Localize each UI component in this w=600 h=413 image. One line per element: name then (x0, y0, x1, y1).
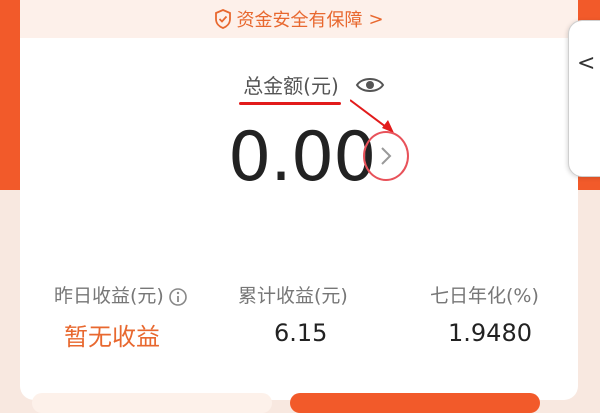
chevron-right-icon (381, 147, 392, 165)
primary-action-button[interactable] (290, 393, 540, 413)
chevron-right-icon: > (368, 8, 384, 30)
total-amount-label: 总金额(元) (239, 70, 341, 105)
security-banner[interactable]: 资金安全有保障 > (20, 0, 578, 38)
total-amount-header: 总金额(元) (20, 70, 578, 105)
cumulative-earnings-value: 6.15 (274, 319, 328, 347)
total-amount-value: 0.00 (228, 118, 376, 197)
info-icon[interactable] (168, 287, 188, 307)
security-banner-text: 资金安全有保障 (236, 10, 363, 31)
balance-card: 资金安全有保障 > 总金额(元) 0.00 昨日收益(元) 暂无收益 累计收益(… (20, 0, 578, 400)
secondary-action-button[interactable] (32, 393, 272, 413)
amount-detail-button[interactable] (363, 131, 409, 181)
total-amount-row: 0.00 (20, 118, 578, 198)
side-panel-handle[interactable]: < (568, 20, 600, 177)
yesterday-earnings-label: 昨日收益(元) (54, 281, 188, 308)
seven-day-yield-label: 七日年化(%) (430, 285, 539, 307)
yesterday-earnings-value: 暂无收益 (64, 323, 160, 351)
seven-day-yield-value: 1.9480 (448, 319, 532, 347)
shield-check-icon (215, 9, 232, 29)
chevron-left-icon: < (577, 51, 596, 76)
cumulative-earnings-label: 累计收益(元) (238, 285, 348, 307)
